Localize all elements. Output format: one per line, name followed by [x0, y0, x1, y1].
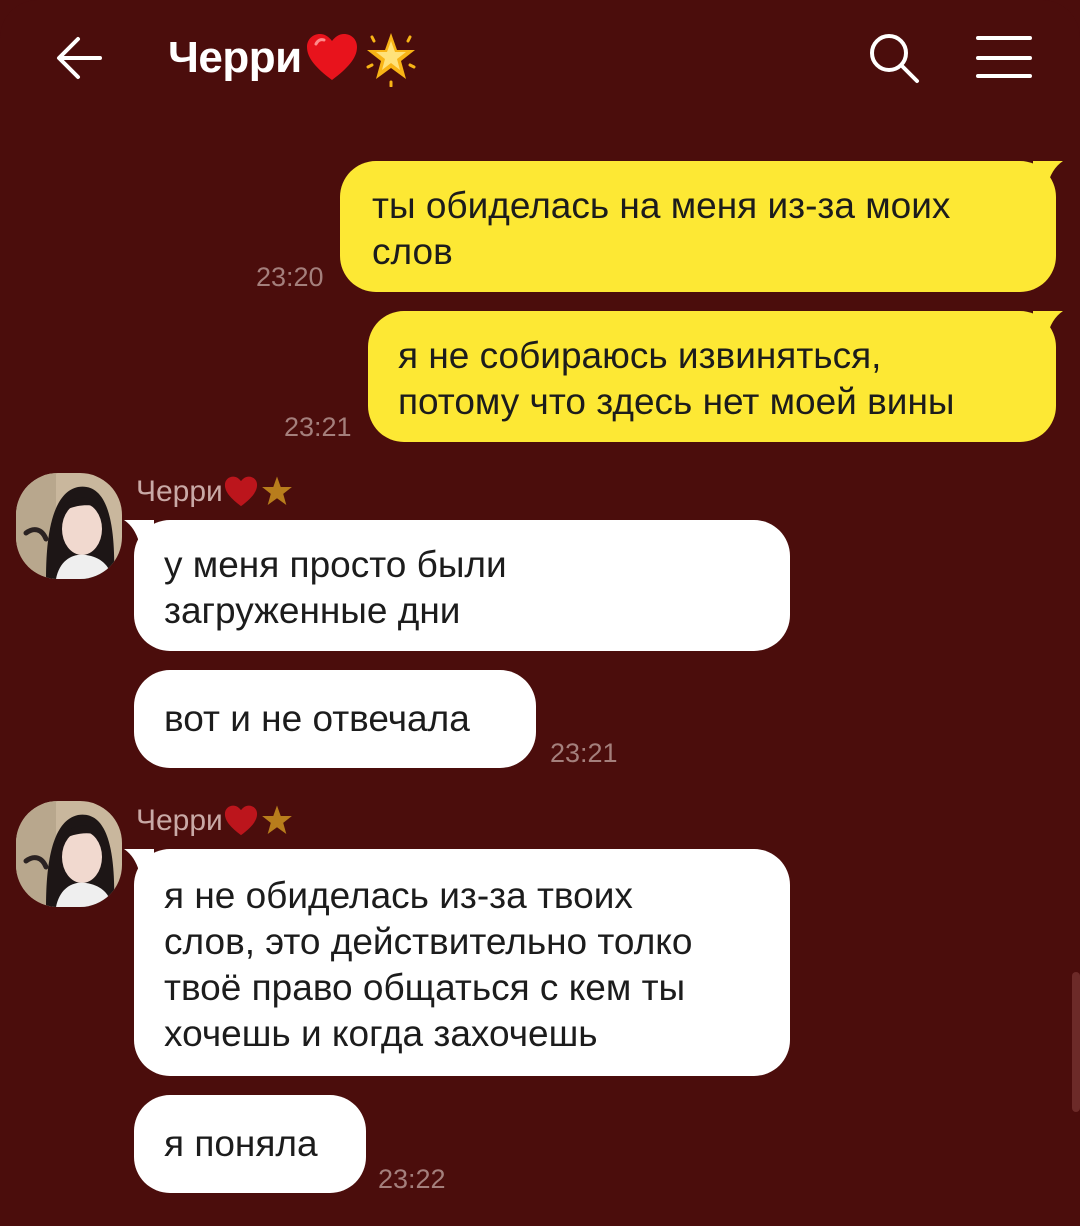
message-line: я не собираюсь извиняться, [398, 335, 882, 376]
chat-title[interactable]: Черри [168, 26, 420, 90]
menu-button[interactable] [972, 30, 1036, 86]
message-line: я не обиделась из-за твоих [164, 875, 633, 916]
incoming-message-bubble[interactable]: у меня просто были загруженные дни [134, 520, 790, 651]
star-emoji-icon [261, 476, 292, 506]
message-line: слов [372, 231, 453, 272]
arrow-left-icon [57, 37, 102, 79]
message-time: 23:22 [378, 1164, 446, 1194]
bubble-tail [124, 849, 154, 875]
message-time: 23:21 [550, 738, 618, 768]
heart-emoji-icon [306, 34, 357, 80]
bubble-tail [124, 520, 154, 546]
message-line: твоё право общаться с кем ты [164, 967, 686, 1008]
message-line: я поняла [164, 1123, 318, 1164]
message-line: у меня просто были [164, 544, 507, 585]
incoming-message-bubble[interactable]: я не обиделась из-за твоих слов, это дей… [134, 849, 790, 1076]
outgoing-message-bubble[interactable]: ты обиделась на меня из-за моих слов [340, 161, 1056, 292]
heart-emoji-icon [224, 476, 257, 507]
message-line: вот и не отвечала [164, 698, 470, 739]
avatar[interactable] [16, 473, 122, 579]
incoming-message-bubble[interactable]: вот и не отвечала [134, 670, 536, 768]
bubble-tail [1033, 161, 1063, 187]
heart-emoji-icon [224, 805, 257, 836]
sender-name-text: Черри [136, 475, 223, 508]
bubble-tail [1033, 311, 1063, 337]
message-line: загруженные дни [164, 590, 461, 631]
avatar-photo [16, 473, 122, 579]
hamburger-menu-icon [976, 36, 1032, 78]
chat-screen: Черри 23:20 ты обиделась на меня из-за м… [0, 0, 1080, 1226]
sender-name-text: Черри [136, 804, 223, 837]
star-emoji-icon [261, 805, 292, 835]
message-line: ты обиделась на меня из-за моих [372, 185, 951, 226]
sender-name: Черри [136, 474, 295, 510]
search-button[interactable] [862, 26, 926, 90]
avatar-photo [16, 801, 122, 907]
chat-title-text: Черри [168, 33, 302, 82]
sender-name: Черри [136, 803, 295, 839]
outgoing-message-bubble[interactable]: я не собираюсь извиняться, потому что зд… [368, 311, 1056, 442]
scrollbar[interactable] [1072, 972, 1080, 1112]
message-time: 23:20 [256, 262, 324, 292]
avatar[interactable] [16, 801, 122, 907]
star-emoji-icon [366, 33, 416, 87]
message-time: 23:21 [284, 412, 352, 442]
chat-header: Черри [0, 0, 1080, 115]
message-line: потому что здесь нет моей вины [398, 381, 955, 422]
search-icon [870, 34, 919, 83]
message-line: слов, это действительно толко [164, 921, 693, 962]
back-button[interactable] [48, 28, 112, 88]
incoming-message-bubble[interactable]: я поняла [134, 1095, 366, 1193]
message-line: хочешь и когда захочешь [164, 1013, 598, 1054]
